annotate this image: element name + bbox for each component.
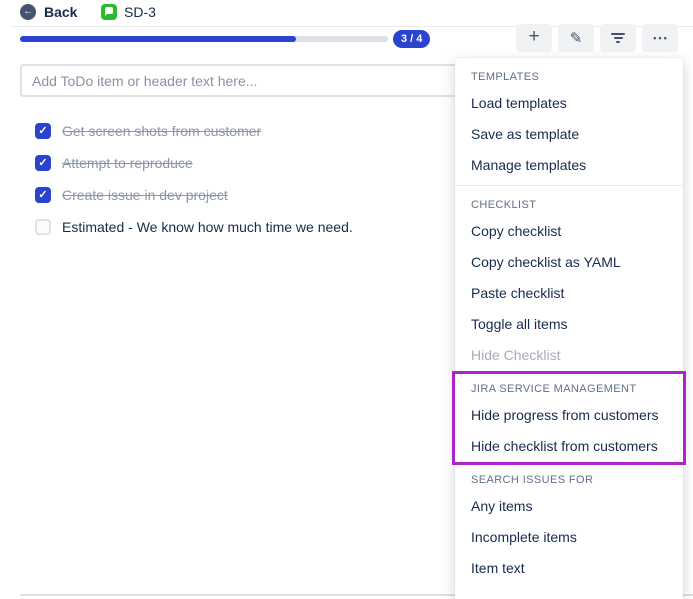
checklist-item[interactable]: Estimated - We know how much time we nee… — [35, 211, 435, 243]
issue-key[interactable]: SD-3 — [124, 4, 156, 20]
more-button[interactable]: ••• — [642, 24, 678, 52]
issue-breadcrumb: SD-3 — [101, 4, 156, 20]
menu-section-header: SEARCH ISSUES FOR — [455, 465, 683, 491]
checked-checkbox-icon[interactable] — [35, 155, 51, 171]
checked-checkbox-icon[interactable] — [35, 187, 51, 203]
menu-item-item-text[interactable]: Item text — [455, 553, 683, 584]
checklist-item[interactable]: Create issue in dev project — [35, 179, 435, 211]
checklist: Get screen shots from customer Attempt to… — [35, 115, 435, 243]
plus-icon: + — [528, 26, 539, 48]
context-menu: TEMPLATESLoad templatesSave as templateM… — [455, 58, 683, 599]
menu-section-header: TEMPLATES — [455, 62, 683, 88]
checklist-item-label: Estimated - We know how much time we nee… — [62, 219, 353, 235]
menu-item-any-items[interactable]: Any items — [455, 491, 683, 522]
checklist-item[interactable]: Get screen shots from customer — [35, 115, 435, 147]
menu-section-header: JIRA SERVICE MANAGEMENT — [455, 374, 683, 400]
progress-bar — [20, 36, 388, 42]
add-item-button[interactable]: + — [516, 24, 552, 52]
checklist-app: ← Back SD-3 3 / 4 + ✎ ••• Get screen shots… — [0, 0, 693, 599]
checked-checkbox-icon[interactable] — [35, 123, 51, 139]
ellipsis-icon: ••• — [653, 33, 668, 43]
checklist-item-label: Attempt to reproduce — [62, 155, 193, 171]
menu-item-hide-progress-from-customers[interactable]: Hide progress from customers — [455, 400, 683, 431]
menu-item-paste-checklist[interactable]: Paste checklist — [455, 278, 683, 309]
toolbar: + ✎ ••• — [516, 24, 678, 52]
checklist-item-label: Create issue in dev project — [62, 187, 228, 203]
menu-section-header: CHECKLIST — [455, 190, 683, 216]
checklist-item-label: Get screen shots from customer — [62, 123, 261, 139]
menu-item-copy-checklist[interactable]: Copy checklist — [455, 216, 683, 247]
unchecked-checkbox-icon[interactable] — [35, 219, 51, 235]
progress-fill — [20, 36, 296, 42]
menu-item-manage-templates[interactable]: Manage templates — [455, 150, 683, 181]
filter-button[interactable] — [600, 24, 636, 52]
menu-item-toggle-all-items[interactable]: Toggle all items — [455, 309, 683, 340]
edit-button[interactable]: ✎ — [558, 24, 594, 52]
jsm-highlight-box: JIRA SERVICE MANAGEMENTHide progress fro… — [452, 371, 686, 465]
menu-item-hide-checklist: Hide Checklist — [455, 340, 683, 371]
back-arrow-icon: ← — [20, 4, 36, 20]
menu-item-load-templates[interactable]: Load templates — [455, 88, 683, 119]
progress-badge: 3 / 4 — [393, 30, 430, 48]
back-label: Back — [44, 4, 77, 20]
menu-item-save-as-template[interactable]: Save as template — [455, 119, 683, 150]
back-button[interactable]: ← Back — [20, 4, 77, 20]
menu-item-incomplete-items[interactable]: Incomplete items — [455, 522, 683, 553]
menu-item-copy-checklist-as-yaml[interactable]: Copy checklist as YAML — [455, 247, 683, 278]
service-request-icon — [101, 4, 117, 20]
filter-icon — [611, 33, 625, 43]
checklist-item[interactable]: Attempt to reproduce — [35, 147, 435, 179]
pencil-icon: ✎ — [570, 29, 583, 47]
menu-item-hide-checklist-from-customers[interactable]: Hide checklist from customers — [455, 431, 683, 462]
menu-divider — [455, 185, 683, 186]
